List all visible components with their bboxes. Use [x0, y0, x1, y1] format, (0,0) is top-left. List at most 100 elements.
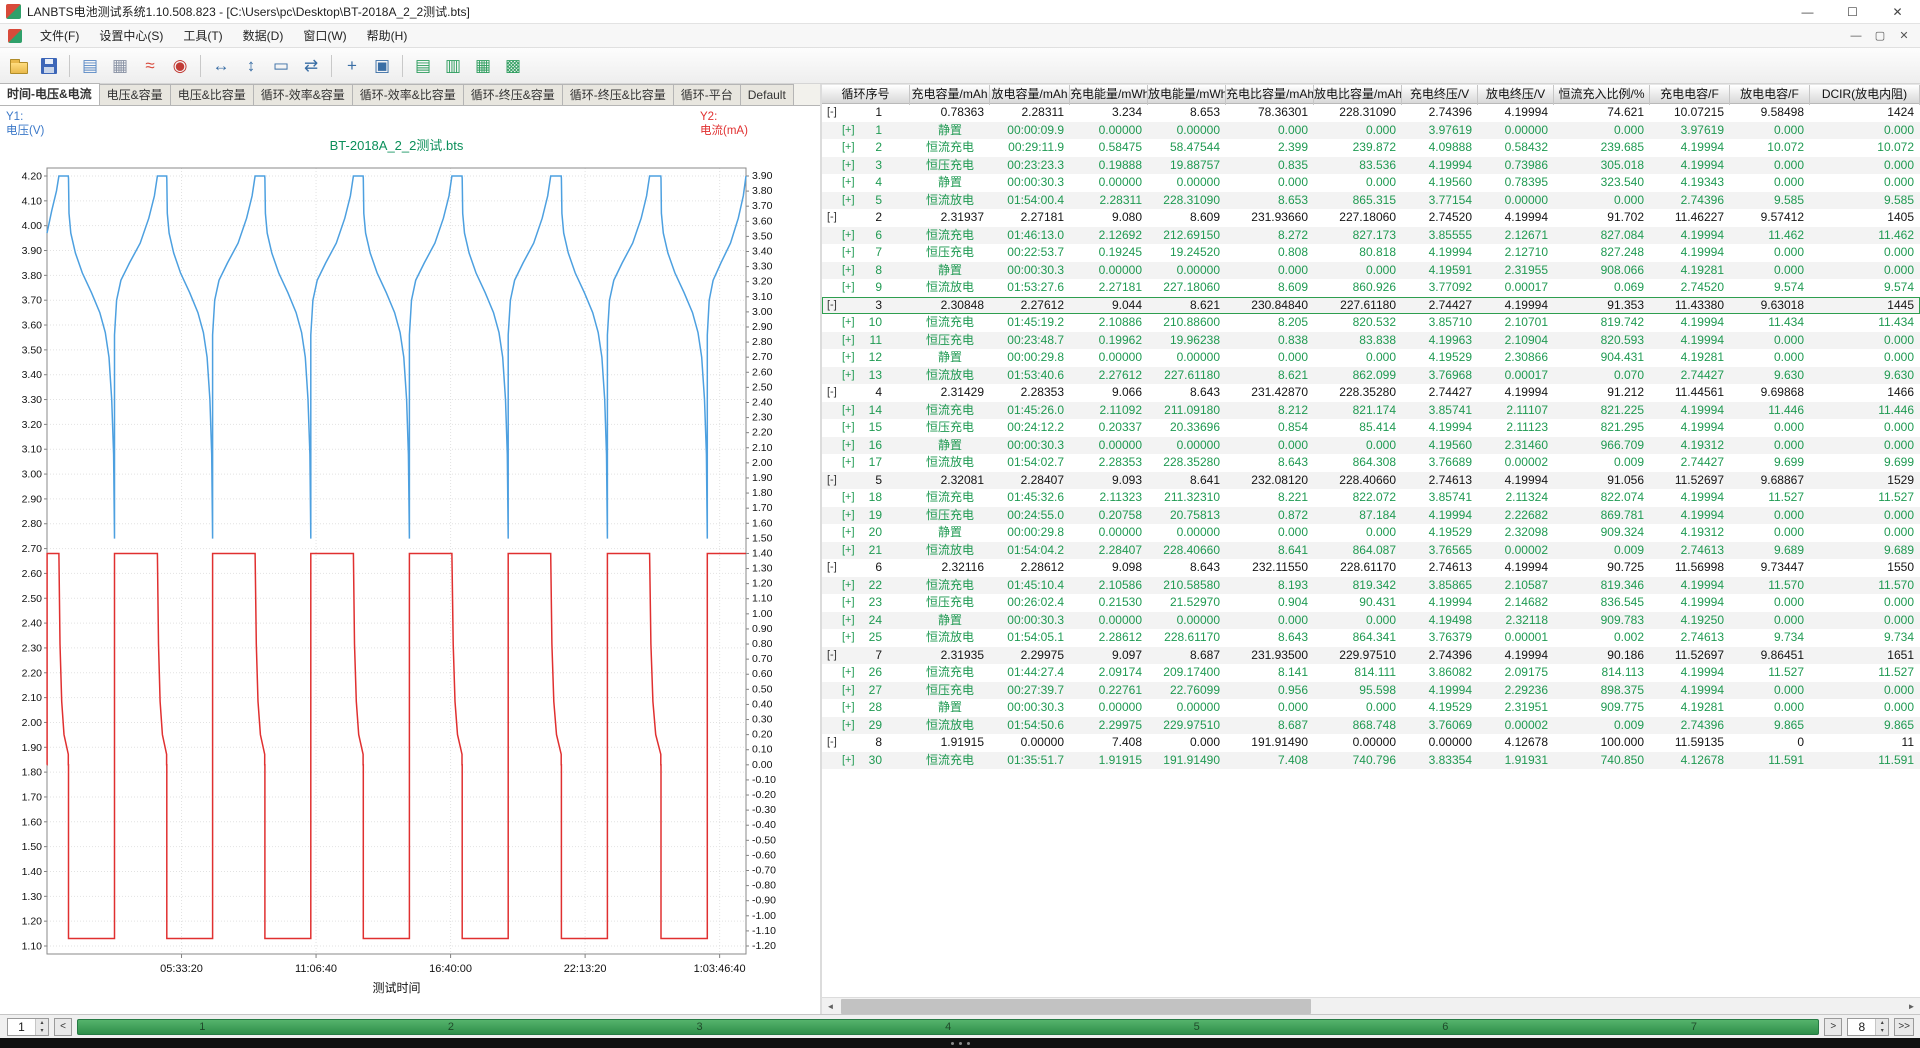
expander-toggle[interactable]: [+] [822, 629, 855, 647]
range-end-value[interactable]: 8 [1848, 1019, 1875, 1035]
expander-toggle[interactable]: [+] [822, 244, 855, 262]
expander-toggle[interactable]: [+] [822, 279, 855, 297]
step-row[interactable]: [+]8静置00:00:30.30.000000.000000.0000.000… [822, 262, 1920, 280]
close-button[interactable]: ✕ [1875, 0, 1920, 24]
expander-toggle[interactable]: [+] [822, 612, 855, 630]
marker-button[interactable]: + [338, 52, 366, 80]
expander-toggle[interactable]: [-] [822, 297, 837, 315]
step-row[interactable]: [+]11恒压充电00:23:48.70.1996219.962380.8388… [822, 332, 1920, 350]
step-row[interactable]: [+]4静置00:00:30.30.000000.000000.0000.000… [822, 174, 1920, 192]
tab-9[interactable]: Default [740, 84, 794, 105]
range-start-value[interactable]: 1 [8, 1019, 35, 1035]
step-row[interactable]: [+]22恒流充电01:45:10.42.10586210.585808.193… [822, 577, 1920, 595]
expander-toggle[interactable]: [+] [822, 489, 855, 507]
tab-4[interactable]: 循环-效率&容量 [253, 84, 353, 105]
tab-7[interactable]: 循环-终压&比容量 [562, 84, 674, 105]
step-row[interactable]: [+]17恒流放电01:54:02.72.28353228.352808.643… [822, 454, 1920, 472]
record-button[interactable]: ◉ [166, 52, 194, 80]
chart-area[interactable]: 4.204.104.003.903.803.703.603.503.403.30… [0, 106, 820, 1014]
spin-up-icon[interactable]: ▴ [1876, 1019, 1888, 1027]
column-header[interactable]: 充电终压/V [1402, 85, 1478, 105]
expander-toggle[interactable]: [+] [822, 507, 855, 525]
expander-toggle[interactable]: [+] [822, 752, 855, 770]
expander-toggle[interactable]: [-] [822, 734, 837, 752]
tab-6[interactable]: 循环-终压&容量 [463, 84, 563, 105]
spin-down-icon[interactable]: ▾ [1876, 1027, 1888, 1035]
column-header[interactable]: 放电比容量/mAh/ [1314, 85, 1402, 105]
column-header[interactable]: 放电容量/mAh [990, 85, 1070, 105]
tab-2[interactable]: 电压&容量 [99, 84, 171, 105]
column-header[interactable]: 循环序号 [822, 85, 910, 105]
zoom-y-button[interactable]: ↕ [237, 52, 265, 80]
step-row[interactable]: [+]30恒流充电01:35:51.71.91915191.914907.408… [822, 752, 1920, 770]
step-row[interactable]: [+]23恒压充电00:26:02.40.2153021.529700.9049… [822, 594, 1920, 612]
column-header[interactable]: 充电比容量/mAh/ [1226, 85, 1314, 105]
tab-1[interactable]: 时间-电压&电流 [0, 83, 100, 105]
column-header[interactable]: 充电容量/mAh [910, 85, 990, 105]
step-row[interactable]: [+]20静置00:00:29.80.000000.000000.0000.00… [822, 524, 1920, 542]
cycle-row[interactable]: [-]22.319372.271819.0808.609231.93660227… [822, 209, 1920, 227]
mdi-restore-button[interactable]: ▢ [1868, 26, 1892, 46]
expander-toggle[interactable]: [+] [822, 664, 855, 682]
tab-8[interactable]: 循环-平台 [673, 84, 741, 105]
step-row[interactable]: [+]2恒流充电00:29:11.90.5847558.475442.39923… [822, 139, 1920, 157]
expander-toggle[interactable]: [+] [822, 682, 855, 700]
step-row[interactable]: [+]12静置00:00:29.80.000000.000000.0000.00… [822, 349, 1920, 367]
mdi-close-button[interactable]: ✕ [1892, 26, 1916, 46]
expander-toggle[interactable]: [-] [822, 472, 837, 490]
crop-region-button[interactable]: ▣ [368, 52, 396, 80]
expander-toggle[interactable]: [+] [822, 349, 855, 367]
tab-3[interactable]: 电压&比容量 [170, 84, 254, 105]
expander-toggle[interactable]: [+] [822, 314, 855, 332]
report-view-button[interactable]: ▦ [106, 52, 134, 80]
table-view-button[interactable]: ▤ [409, 52, 437, 80]
step-row[interactable]: [+]25恒流放电01:54:05.12.28612228.611708.643… [822, 629, 1920, 647]
menu-item[interactable]: 窗口(W) [293, 24, 356, 48]
column-header[interactable]: 充电电容/F [1650, 85, 1730, 105]
expander-toggle[interactable]: [-] [822, 104, 837, 122]
scrollbar-track[interactable] [839, 998, 1903, 1015]
step-row[interactable]: [+]15恒压充电00:24:12.20.2033720.336960.8548… [822, 419, 1920, 437]
step-row[interactable]: [+]3恒压充电00:23:23.30.1988819.887570.83583… [822, 157, 1920, 175]
expander-toggle[interactable]: [+] [822, 717, 855, 735]
expander-toggle[interactable]: [+] [822, 437, 855, 455]
mdi-minimize-button[interactable]: — [1844, 26, 1868, 46]
step-row[interactable]: [+]27恒压充电00:27:39.70.2276122.760990.9569… [822, 682, 1920, 700]
step-row[interactable]: [+]6恒流充电01:46:13.02.12692212.691508.2728… [822, 227, 1920, 245]
spin-down-icon[interactable]: ▾ [36, 1027, 48, 1035]
cycle-row[interactable]: [-]62.321162.286129.0988.643232.11550228… [822, 559, 1920, 577]
zoom-box-button[interactable]: ▭ [267, 52, 295, 80]
expander-toggle[interactable]: [-] [822, 209, 837, 227]
data-overview-button[interactable]: ▤ [76, 52, 104, 80]
expander-toggle[interactable]: [-] [822, 384, 837, 402]
step-row[interactable]: [+]29恒流放电01:54:50.62.29975229.975108.687… [822, 717, 1920, 735]
scroll-left-button[interactable]: ◄ [822, 998, 839, 1015]
column-header[interactable]: 放电电容/F [1730, 85, 1810, 105]
expander-toggle[interactable]: [+] [822, 524, 855, 542]
cycle-row[interactable]: [-]42.314292.283539.0668.643231.42870228… [822, 384, 1920, 402]
open-file-button[interactable] [5, 52, 33, 80]
step-row[interactable]: [+]10恒流充电01:45:19.22.10886210.886008.205… [822, 314, 1920, 332]
table-horizontal-scrollbar[interactable]: ◄ ► [822, 997, 1920, 1014]
step-row[interactable]: [+]28静置00:00:30.30.000000.000000.0000.00… [822, 699, 1920, 717]
step-row[interactable]: [+]26恒流充电01:44:27.42.09174209.174008.141… [822, 664, 1920, 682]
step-row[interactable]: [+]1静置00:00:09.90.000000.000000.0000.000… [822, 122, 1920, 140]
expander-toggle[interactable]: [+] [822, 699, 855, 717]
cycle-row[interactable]: [-]72.319352.299759.0978.687231.93500229… [822, 647, 1920, 665]
menu-item[interactable]: 文件(F) [30, 24, 89, 48]
expander-toggle[interactable]: [+] [822, 454, 855, 472]
range-prev-button[interactable]: < [54, 1018, 72, 1036]
step-row[interactable]: [+]9恒流放电01:53:27.62.27181227.180608.6098… [822, 279, 1920, 297]
table-rows-button[interactable]: ▦ [469, 52, 497, 80]
cycle-row[interactable]: [-]81.919150.000007.4080.000191.914900.0… [822, 734, 1920, 752]
taskbar-edge[interactable] [0, 1038, 1920, 1048]
spin-up-icon[interactable]: ▴ [36, 1019, 48, 1027]
expander-toggle[interactable]: [+] [822, 419, 855, 437]
range-start-spinner[interactable]: 1 ▴ ▾ [7, 1018, 49, 1036]
cycle-row[interactable]: [-]32.308482.276129.0448.621230.84840227… [822, 297, 1920, 315]
expander-toggle[interactable]: [+] [822, 402, 855, 420]
column-header[interactable]: 充电能量/mWh [1070, 85, 1148, 105]
expander-toggle[interactable]: [+] [822, 157, 855, 175]
scroll-right-button[interactable]: ► [1903, 998, 1920, 1015]
save-button[interactable] [35, 52, 63, 80]
